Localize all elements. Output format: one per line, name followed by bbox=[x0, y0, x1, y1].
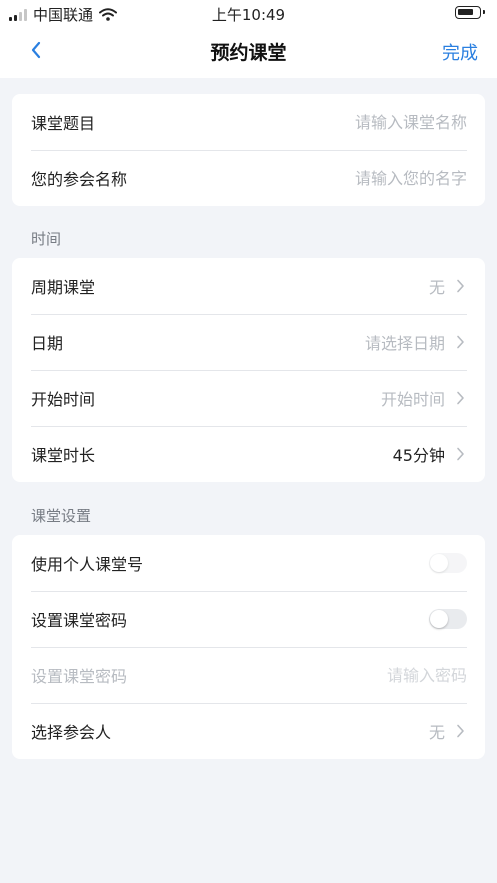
time-card: 周期课堂 无 日期 请选择日期 开始时间 开始时间 课堂时长 45分钟 bbox=[12, 258, 485, 482]
date-label: 日期 bbox=[31, 334, 64, 353]
name-label: 您的参会名称 bbox=[31, 170, 128, 189]
name-input[interactable] bbox=[287, 168, 467, 188]
topic-row: 课堂题目 bbox=[12, 94, 485, 150]
participants-value: 无 bbox=[428, 723, 445, 742]
duration-label: 课堂时长 bbox=[31, 446, 96, 465]
status-bar: 中国联通 上午10:49 bbox=[0, 0, 497, 26]
password-toggle[interactable] bbox=[429, 609, 467, 629]
navigation-bar: 预约课堂 完成 bbox=[0, 26, 497, 76]
settings-card: 使用个人课堂号 设置课堂密码 设置课堂密码 选择参会人 无 bbox=[12, 535, 485, 759]
start-time-placeholder: 开始时间 bbox=[380, 390, 445, 409]
password-toggle-label: 设置课堂密码 bbox=[31, 611, 128, 630]
chevron-right-icon bbox=[453, 724, 467, 738]
password-input[interactable] bbox=[287, 665, 467, 685]
topic-input[interactable] bbox=[287, 112, 467, 132]
chevron-right-icon bbox=[453, 335, 467, 349]
password-toggle-row: 设置课堂密码 bbox=[12, 591, 485, 647]
date-placeholder: 请选择日期 bbox=[364, 334, 445, 353]
chevron-right-icon bbox=[453, 447, 467, 461]
time-section-header: 时间 bbox=[31, 230, 62, 248]
participants-label: 选择参会人 bbox=[31, 723, 112, 742]
chevron-right-icon bbox=[453, 391, 467, 405]
password-field-row: 设置课堂密码 bbox=[12, 647, 485, 703]
date-row[interactable]: 日期 请选择日期 bbox=[12, 314, 485, 370]
page-title: 预约课堂 bbox=[210, 42, 287, 64]
personal-id-label: 使用个人课堂号 bbox=[31, 555, 144, 574]
recurring-row[interactable]: 周期课堂 无 bbox=[12, 258, 485, 314]
duration-row[interactable]: 课堂时长 45分钟 bbox=[12, 426, 485, 482]
topic-label: 课堂题目 bbox=[31, 114, 96, 133]
recurring-value: 无 bbox=[428, 278, 445, 297]
basic-info-card: 课堂题目 您的参会名称 bbox=[12, 94, 485, 206]
personal-id-row: 使用个人课堂号 bbox=[12, 535, 485, 591]
password-field-label: 设置课堂密码 bbox=[31, 667, 128, 686]
status-time: 上午10:49 bbox=[211, 6, 286, 24]
recurring-label: 周期课堂 bbox=[31, 278, 96, 297]
chevron-right-icon bbox=[453, 279, 467, 293]
start-time-label: 开始时间 bbox=[31, 390, 96, 409]
battery-icon bbox=[455, 6, 485, 19]
personal-id-toggle[interactable] bbox=[429, 553, 467, 573]
top-bar: 中国联通 上午10:49 预约课堂 完成 bbox=[0, 0, 497, 78]
start-time-row[interactable]: 开始时间 开始时间 bbox=[12, 370, 485, 426]
duration-value: 45分钟 bbox=[392, 446, 445, 465]
name-row: 您的参会名称 bbox=[12, 150, 485, 206]
settings-section-header: 课堂设置 bbox=[31, 507, 92, 525]
done-button[interactable]: 完成 bbox=[442, 39, 478, 65]
participants-row[interactable]: 选择参会人 无 bbox=[12, 703, 485, 759]
